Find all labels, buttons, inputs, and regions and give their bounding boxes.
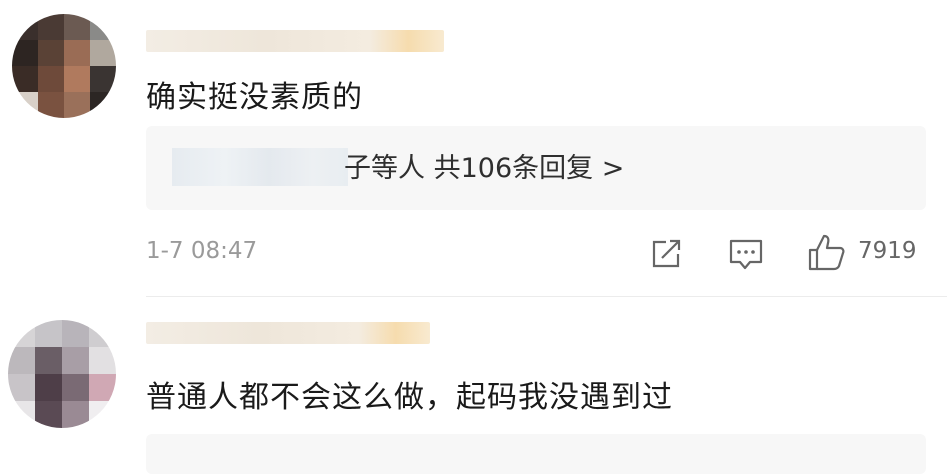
comment-time: 1-7 08:47: [146, 238, 258, 264]
divider: [146, 296, 947, 297]
reply-author-blur: [172, 148, 348, 186]
username[interactable]: [146, 30, 444, 52]
like-icon[interactable]: [806, 232, 846, 272]
reply-summary-text: 子等人 共106条回复 >: [344, 153, 625, 184]
comment-icon[interactable]: [728, 238, 764, 272]
comment-text: 普通人都不会这么做，起码我没遇到过: [146, 380, 673, 415]
reply-summary[interactable]: 子等人 共106条回复 >: [146, 126, 926, 210]
reply-summary[interactable]: [146, 434, 926, 474]
like-count: 7919: [858, 238, 917, 264]
comment-text: 确实挺没素质的: [146, 80, 363, 115]
share-icon[interactable]: [650, 238, 684, 270]
username[interactable]: [146, 322, 430, 344]
avatar[interactable]: [8, 320, 116, 428]
avatar[interactable]: [12, 14, 116, 118]
